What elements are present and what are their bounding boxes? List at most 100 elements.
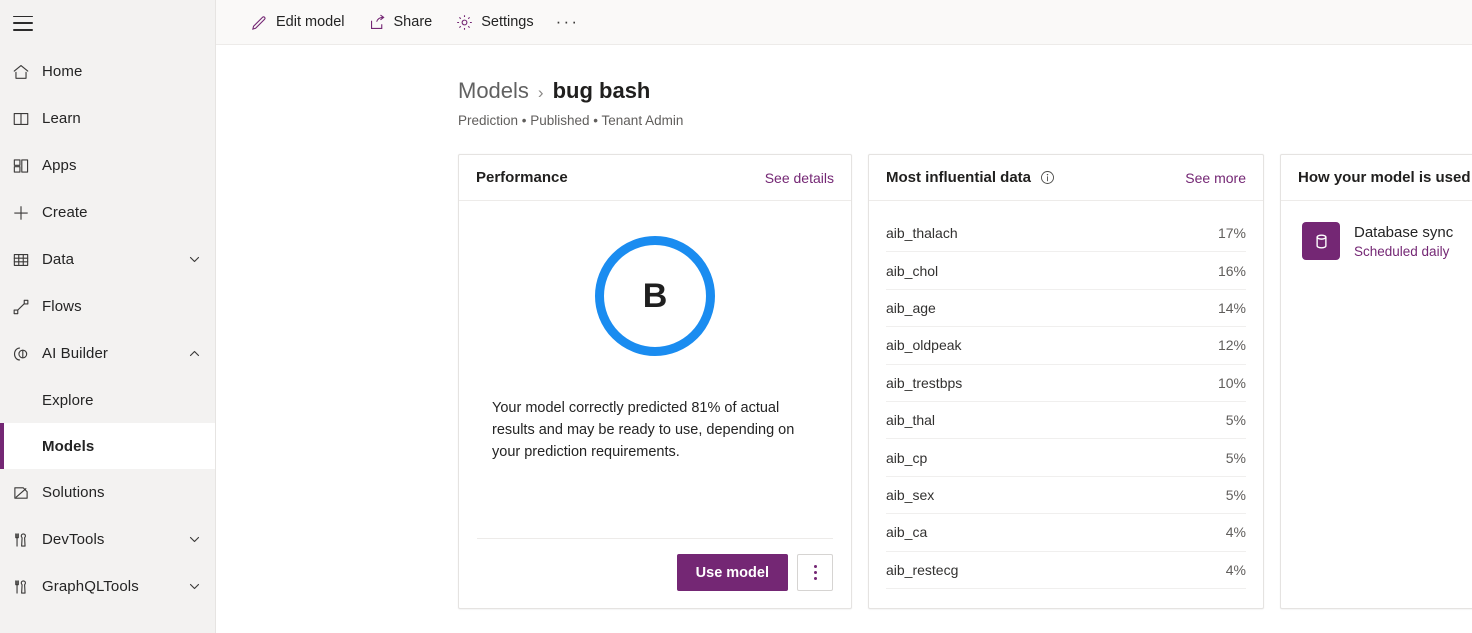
influential-data-percent: 10%	[1218, 375, 1246, 391]
performance-card-body: B Your model correctly predicted 81% of …	[459, 201, 851, 608]
usage-card-title: How your model is used	[1298, 169, 1471, 186]
sidebar-item-label: Create	[42, 204, 88, 221]
tools-icon	[12, 578, 42, 596]
sidebar-item-flows[interactable]: Flows	[0, 283, 215, 330]
sidebar-item-label: Apps	[42, 157, 77, 174]
chevron-down-icon[interactable]	[186, 578, 203, 595]
use-model-button[interactable]: Use model	[677, 554, 788, 591]
breadcrumb-separator-icon: ›	[538, 83, 544, 103]
settings-button[interactable]: Settings	[446, 6, 543, 39]
influential-data-percent: 5%	[1226, 412, 1246, 428]
solutions-icon	[12, 484, 42, 502]
influential-data-row[interactable]: aib_ca 4%	[886, 514, 1246, 551]
influential-data-name: aib_chol	[886, 263, 938, 279]
edit-model-button[interactable]: Edit model	[241, 6, 355, 39]
breadcrumb: Models › bug bash	[458, 78, 1472, 104]
influential-data-percent: 14%	[1218, 300, 1246, 316]
app-root: Home Learn Apps Create Data Flows AI Builder Ex…	[0, 0, 1472, 633]
influential-data-row[interactable]: aib_sex5%	[886, 477, 1246, 514]
chevron-up-icon[interactable]	[186, 345, 203, 362]
influential-data-name: aib_trestbps	[886, 375, 962, 391]
usage-text: Database syncScheduled daily	[1354, 224, 1453, 259]
influential-data-percent: 17%	[1218, 225, 1246, 241]
influential-data-name: aib_thal	[886, 412, 935, 428]
sidebar-item-create[interactable]: Create	[0, 189, 215, 236]
sidebar-item-home[interactable]: Home	[0, 48, 215, 95]
main-area: Edit model Share Settings	[216, 0, 1472, 633]
usage-list: Database syncScheduled daily	[1281, 201, 1472, 608]
usage-item[interactable]: Database syncScheduled daily	[1298, 218, 1472, 264]
chevron-down-icon[interactable]	[186, 531, 203, 548]
share-icon	[369, 14, 386, 31]
sidebar-item-label: Learn	[42, 110, 81, 127]
grade-wrapper: B	[477, 201, 833, 356]
share-button[interactable]: Share	[359, 6, 443, 39]
influential-data-name: aib_oldpeak	[886, 337, 962, 353]
influential-data-row[interactable]: aib_chol 16%	[886, 252, 1246, 289]
see-details-link[interactable]: See details	[765, 170, 834, 186]
home-icon	[12, 63, 42, 81]
chevron-down-icon[interactable]	[186, 251, 203, 268]
sidebar-item-graphqltools[interactable]: GraphQLTools	[0, 563, 215, 610]
influential-data-row[interactable]: aib_restecg4%	[886, 552, 1246, 589]
hamburger-icon[interactable]	[13, 16, 33, 31]
performance-more-button[interactable]	[797, 554, 833, 591]
influential-data-row[interactable]: aib_cp5%	[886, 439, 1246, 476]
page-title: bug bash	[553, 78, 651, 104]
sidebar-item-label: Solutions	[42, 484, 105, 501]
sidebar-nav: Home Learn Apps Create Data Flows AI Builder Ex…	[0, 46, 215, 610]
usage-card-header: How your model is used	[1281, 155, 1472, 201]
influential-data-row[interactable]: aib_trestbps 10%	[886, 365, 1246, 402]
influential-data-row[interactable]: aib_oldpeak 12%	[886, 327, 1246, 364]
influential-data-row[interactable]: aib_age 14%	[886, 290, 1246, 327]
influential-data-name: aib_age	[886, 300, 936, 316]
usage-item-subtitle: Scheduled daily	[1354, 244, 1453, 259]
sidebar-item-models[interactable]: Models	[0, 423, 215, 469]
ai-brain-icon	[12, 345, 42, 363]
settings-label: Settings	[481, 14, 533, 30]
influential-data-list: aib_thalach 17% aib_chol 16% aib_age 14% aib_o…	[869, 201, 1263, 608]
sidebar-item-apps[interactable]: Apps	[0, 142, 215, 189]
influential-data-row[interactable]: aib_thalach 17%	[886, 215, 1246, 252]
flow-icon	[12, 298, 42, 316]
influential-data-name: aib_thalach	[886, 225, 958, 241]
pencil-icon	[251, 14, 268, 31]
influential-data-percent: 16%	[1218, 263, 1246, 279]
model-usage-card: How your model is used Database syncSche…	[1280, 154, 1472, 609]
influential-data-percent: 4%	[1226, 524, 1246, 540]
performance-card-header: Performance See details	[459, 155, 851, 201]
sidebar-item-label: AI Builder	[42, 345, 108, 362]
influential-data-percent: 12%	[1218, 337, 1246, 353]
tools-icon	[12, 531, 42, 549]
sidebar-item-label: GraphQLTools	[42, 578, 139, 595]
performance-card-title: Performance	[476, 169, 568, 186]
info-icon[interactable]	[1040, 170, 1055, 185]
influential-data-name: aib_sex	[886, 487, 934, 503]
sidebar-item-data[interactable]: Data	[0, 236, 215, 283]
sidebar-item-solutions[interactable]: Solutions	[0, 469, 215, 516]
sidebar-item-label: Explore	[42, 392, 94, 409]
influential-data-percent: 5%	[1226, 450, 1246, 466]
influential-data-name: aib_ca	[886, 524, 927, 540]
sidebar-item-devtools[interactable]: DevTools	[0, 516, 215, 563]
sidebar-item-ai-builder[interactable]: AI Builder	[0, 330, 215, 377]
performance-card-footer: Use model	[477, 538, 833, 608]
sidebar-item-label: Flows	[42, 298, 82, 315]
table-icon	[12, 251, 42, 269]
cards-row: Performance See details B Your model cor…	[458, 154, 1472, 609]
influential-data-percent: 4%	[1226, 562, 1246, 578]
overflow-menu-button[interactable]: ···	[548, 6, 588, 39]
sidebar-item-explore[interactable]: Explore	[0, 377, 215, 423]
sidebar: Home Learn Apps Create Data Flows AI Builder Ex…	[0, 0, 216, 633]
see-more-link[interactable]: See more	[1185, 170, 1246, 186]
share-label: Share	[394, 14, 433, 30]
influential-card-title: Most influential data	[886, 169, 1031, 186]
influential-data-row[interactable]: aib_thal 5%	[886, 402, 1246, 439]
sidebar-item-learn[interactable]: Learn	[0, 95, 215, 142]
gear-icon	[456, 14, 473, 31]
sidebar-item-label: Models	[42, 438, 94, 455]
sidebar-item-label: Data	[42, 251, 74, 268]
breadcrumb-parent[interactable]: Models	[458, 78, 529, 104]
command-bar: Edit model Share Settings	[216, 0, 1472, 45]
influential-data-card: Most influential data See more aib_thala…	[868, 154, 1264, 609]
